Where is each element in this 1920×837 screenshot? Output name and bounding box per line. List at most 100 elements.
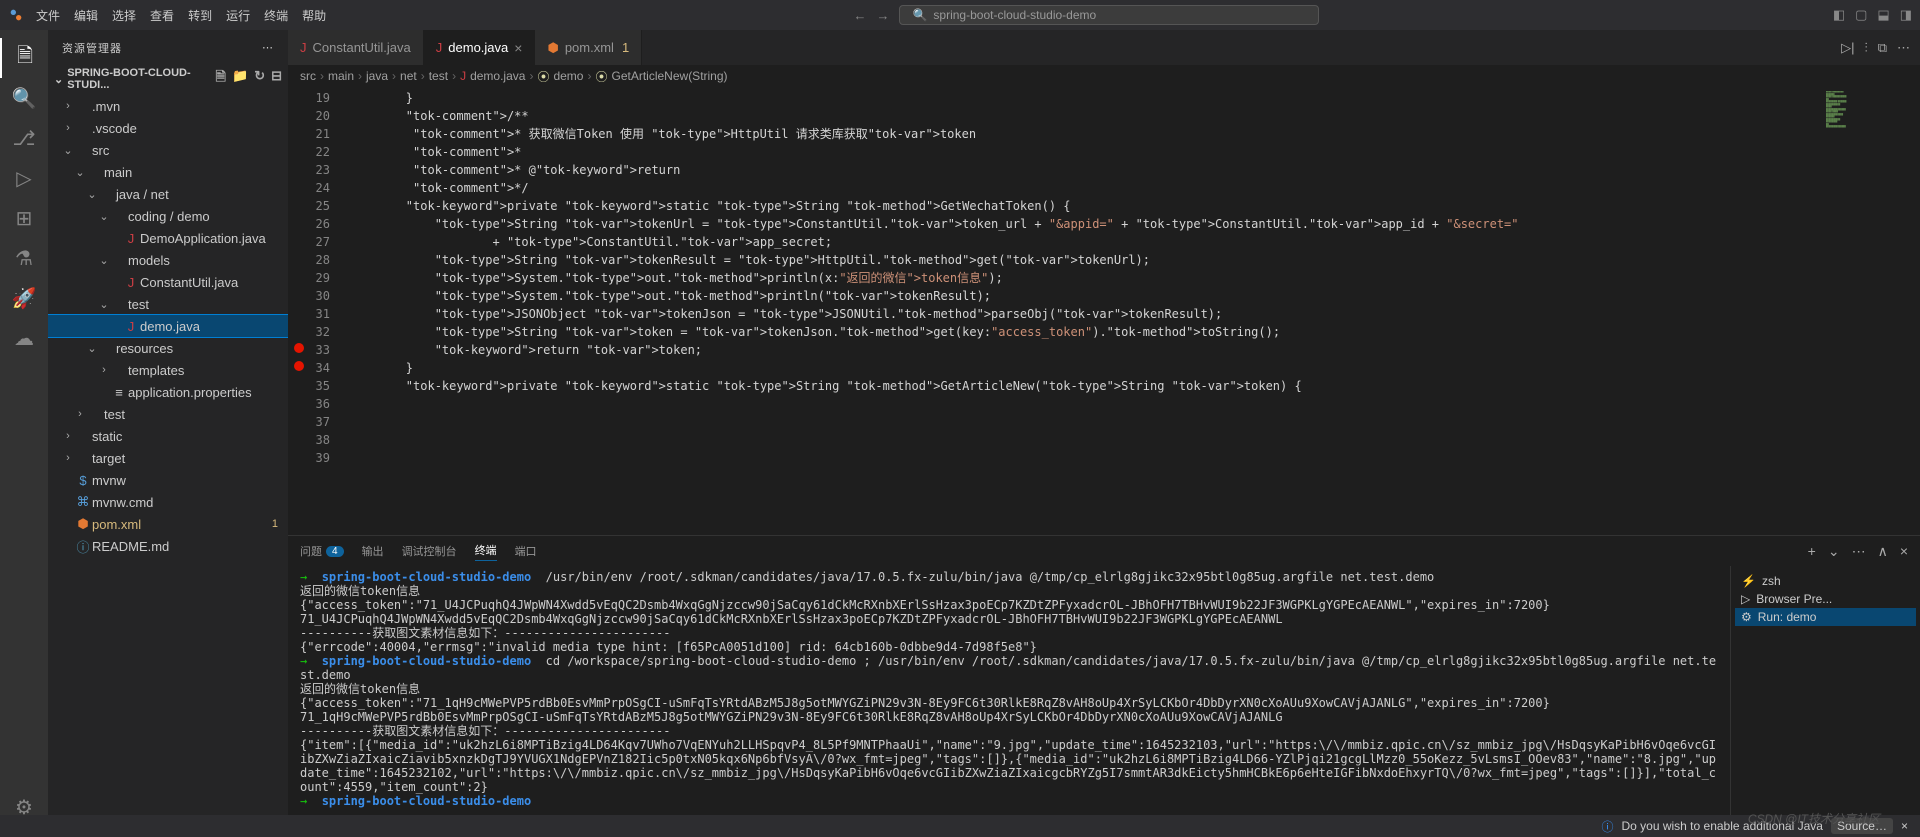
- breadcrumb-item[interactable]: test: [429, 69, 448, 83]
- tree-item[interactable]: ⌄resources: [48, 337, 288, 359]
- menu-帮助[interactable]: 帮助: [302, 9, 326, 23]
- tree-item[interactable]: ›.vscode: [48, 117, 288, 139]
- code-content[interactable]: } "tok-comment">/** "tok-comment">* 获取微信…: [348, 87, 1820, 535]
- tree-item[interactable]: $mvnw: [48, 469, 288, 491]
- info-icon[interactable]: ⓘ: [1601, 818, 1613, 835]
- close-notification-icon[interactable]: ×: [1901, 819, 1908, 833]
- project-header[interactable]: ⌄ SPRING-BOOT-CLOUD-STUDI... 🗎 📁 ↻ ⊟: [48, 65, 288, 93]
- close-panel-icon[interactable]: ×: [1900, 543, 1908, 560]
- compare-icon[interactable]: ⫶: [1864, 40, 1867, 56]
- breakpoint-icon[interactable]: [294, 343, 304, 353]
- chevron-icon: ⌄: [86, 342, 98, 355]
- editor-tab[interactable]: ⬢pom.xml1: [535, 30, 642, 65]
- collapse-icon[interactable]: ⊟: [271, 68, 282, 90]
- breadcrumb-item[interactable]: demo: [553, 69, 583, 83]
- tree-item[interactable]: ›.mvn: [48, 95, 288, 117]
- tree-item[interactable]: ›templates: [48, 359, 288, 381]
- breadcrumb-item[interactable]: net: [400, 69, 417, 83]
- panel-tab-问题[interactable]: 问题4: [300, 543, 344, 559]
- menu-文件[interactable]: 文件: [36, 9, 60, 23]
- tree-item[interactable]: ⌄models: [48, 249, 288, 271]
- more-icon[interactable]: ⋯: [1897, 40, 1910, 56]
- bottom-panel: 问题4 输出 调试控制台 终端 端口 + ⌄ ⋯ ∧ × → spring-boot-cloud-…: [288, 535, 1920, 815]
- explorer-icon[interactable]: 🗎: [0, 38, 48, 78]
- maximize-icon[interactable]: ∧: [1878, 543, 1888, 560]
- breadcrumb-item[interactable]: java: [366, 69, 388, 83]
- tree-item[interactable]: ⬢pom.xml1: [48, 513, 288, 535]
- settings-gear-icon[interactable]: ⚙: [0, 787, 48, 827]
- rocket-icon[interactable]: 🚀: [0, 278, 48, 318]
- breadcrumb-item[interactable]: src: [300, 69, 316, 83]
- editor-tab[interactable]: JConstantUtil.java: [288, 30, 424, 65]
- terminal-line: 71_1qH9cMWePVP5rdBb0EsvMmPrpOSgCI-uSmFqT…: [300, 710, 1718, 724]
- tree-item[interactable]: ⌄test: [48, 293, 288, 315]
- tree-item[interactable]: ≡application.properties: [48, 381, 288, 403]
- nav-back-icon[interactable]: ←: [853, 8, 866, 23]
- tree-item[interactable]: JConstantUtil.java: [48, 271, 288, 293]
- dropdown-icon[interactable]: ⌄: [1828, 543, 1840, 560]
- layout-bottom-icon[interactable]: ⬓: [1877, 7, 1889, 23]
- code-area[interactable]: 1920212223242526272829303132333435363738…: [288, 87, 1920, 535]
- breakpoint-icon[interactable]: [294, 361, 304, 371]
- breadcrumb-item[interactable]: GetArticleNew(String): [612, 69, 728, 83]
- tree-item[interactable]: Jdemo.java: [48, 315, 288, 337]
- run-icon[interactable]: ▷|: [1841, 40, 1854, 56]
- editor-tab[interactable]: Jdemo.java×: [424, 30, 536, 65]
- menu-查看[interactable]: 查看: [150, 9, 174, 23]
- split-icon[interactable]: ⧉: [1878, 40, 1887, 56]
- menu-终端[interactable]: 终端: [264, 9, 288, 23]
- terminal-output[interactable]: → spring-boot-cloud-studio-demo /usr/bin…: [288, 566, 1730, 815]
- layout-right-icon[interactable]: ◨: [1900, 7, 1912, 23]
- tree-item[interactable]: ⌄java / net: [48, 183, 288, 205]
- breadcrumb-item[interactable]: main: [328, 69, 354, 83]
- panel-tab-终端[interactable]: 终端: [475, 542, 497, 561]
- menu-选择[interactable]: 选择: [112, 9, 136, 23]
- terminal-session[interactable]: ⚙Run: demo: [1735, 608, 1916, 626]
- terminal-session[interactable]: ⚡zsh: [1735, 572, 1916, 590]
- menu-转到[interactable]: 转到: [188, 9, 212, 23]
- source-control-icon[interactable]: ⎇: [0, 118, 48, 158]
- editor-tabs: JConstantUtil.javaJdemo.java×⬢pom.xml1 ▷|…: [288, 30, 1920, 65]
- testing-icon[interactable]: ⚗: [0, 238, 48, 278]
- tree-item[interactable]: ›test: [48, 403, 288, 425]
- debug-icon[interactable]: ▷: [0, 158, 48, 198]
- menu-编辑[interactable]: 编辑: [74, 9, 98, 23]
- refresh-icon[interactable]: ↻: [254, 68, 265, 90]
- tree-item[interactable]: JDemoApplication.java: [48, 227, 288, 249]
- panel-tab-调试控制台[interactable]: 调试控制台: [402, 543, 457, 559]
- tab-file-icon: J: [436, 40, 443, 55]
- tree-item[interactable]: ⌄coding / demo: [48, 205, 288, 227]
- menu-运行[interactable]: 运行: [226, 9, 250, 23]
- breadcrumb-item[interactable]: demo.java: [470, 69, 525, 83]
- terminal-session[interactable]: ▷Browser Pre...: [1735, 590, 1916, 608]
- new-folder-icon[interactable]: 📁: [232, 68, 248, 90]
- status-source-badge[interactable]: Source…: [1831, 818, 1893, 834]
- code-line: "tok-type">String "tok-var">tokenUrl = "…: [348, 215, 1820, 233]
- tree-item[interactable]: ›static: [48, 425, 288, 447]
- line-number: 30: [288, 287, 330, 305]
- tree-item[interactable]: ⌘mvnw.cmd: [48, 491, 288, 513]
- cloud-icon[interactable]: ☁: [0, 318, 48, 358]
- new-terminal-icon[interactable]: +: [1808, 543, 1816, 560]
- more-icon[interactable]: ⋯: [262, 41, 274, 54]
- panel-tab-端口[interactable]: 端口: [515, 543, 537, 559]
- layout-panel-icon[interactable]: ◧: [1833, 7, 1845, 23]
- tree-item[interactable]: ⓘREADME.md: [48, 535, 288, 557]
- chevron-icon: ⌄: [74, 166, 86, 179]
- layout-sidebar-icon[interactable]: ▢: [1855, 7, 1867, 23]
- command-center[interactable]: 🔍 spring-boot-cloud-studio-demo: [899, 5, 1319, 25]
- tree-item[interactable]: ›target: [48, 447, 288, 469]
- search-activity-icon[interactable]: 🔍: [0, 78, 48, 118]
- tree-item[interactable]: ⌄main: [48, 161, 288, 183]
- more-icon[interactable]: ⋯: [1852, 543, 1866, 560]
- tree-item[interactable]: ⌄src: [48, 139, 288, 161]
- sidebar: 资源管理器 ⋯ ⌄ SPRING-BOOT-CLOUD-STUDI... 🗎 📁…: [48, 30, 288, 815]
- nav-forward-icon[interactable]: →: [876, 8, 889, 23]
- minimap[interactable]: ████ ██████████████████ ████████████████…: [1820, 87, 1920, 535]
- panel-tab-输出[interactable]: 输出: [362, 543, 384, 559]
- close-tab-icon[interactable]: ×: [514, 40, 522, 56]
- extensions-icon[interactable]: ⊞: [0, 198, 48, 238]
- tree-label: README.md: [92, 539, 169, 554]
- new-file-icon[interactable]: 🗎: [216, 68, 226, 90]
- breadcrumbs[interactable]: src›main›java›net›test›J demo.java›⦿ dem…: [288, 65, 1920, 87]
